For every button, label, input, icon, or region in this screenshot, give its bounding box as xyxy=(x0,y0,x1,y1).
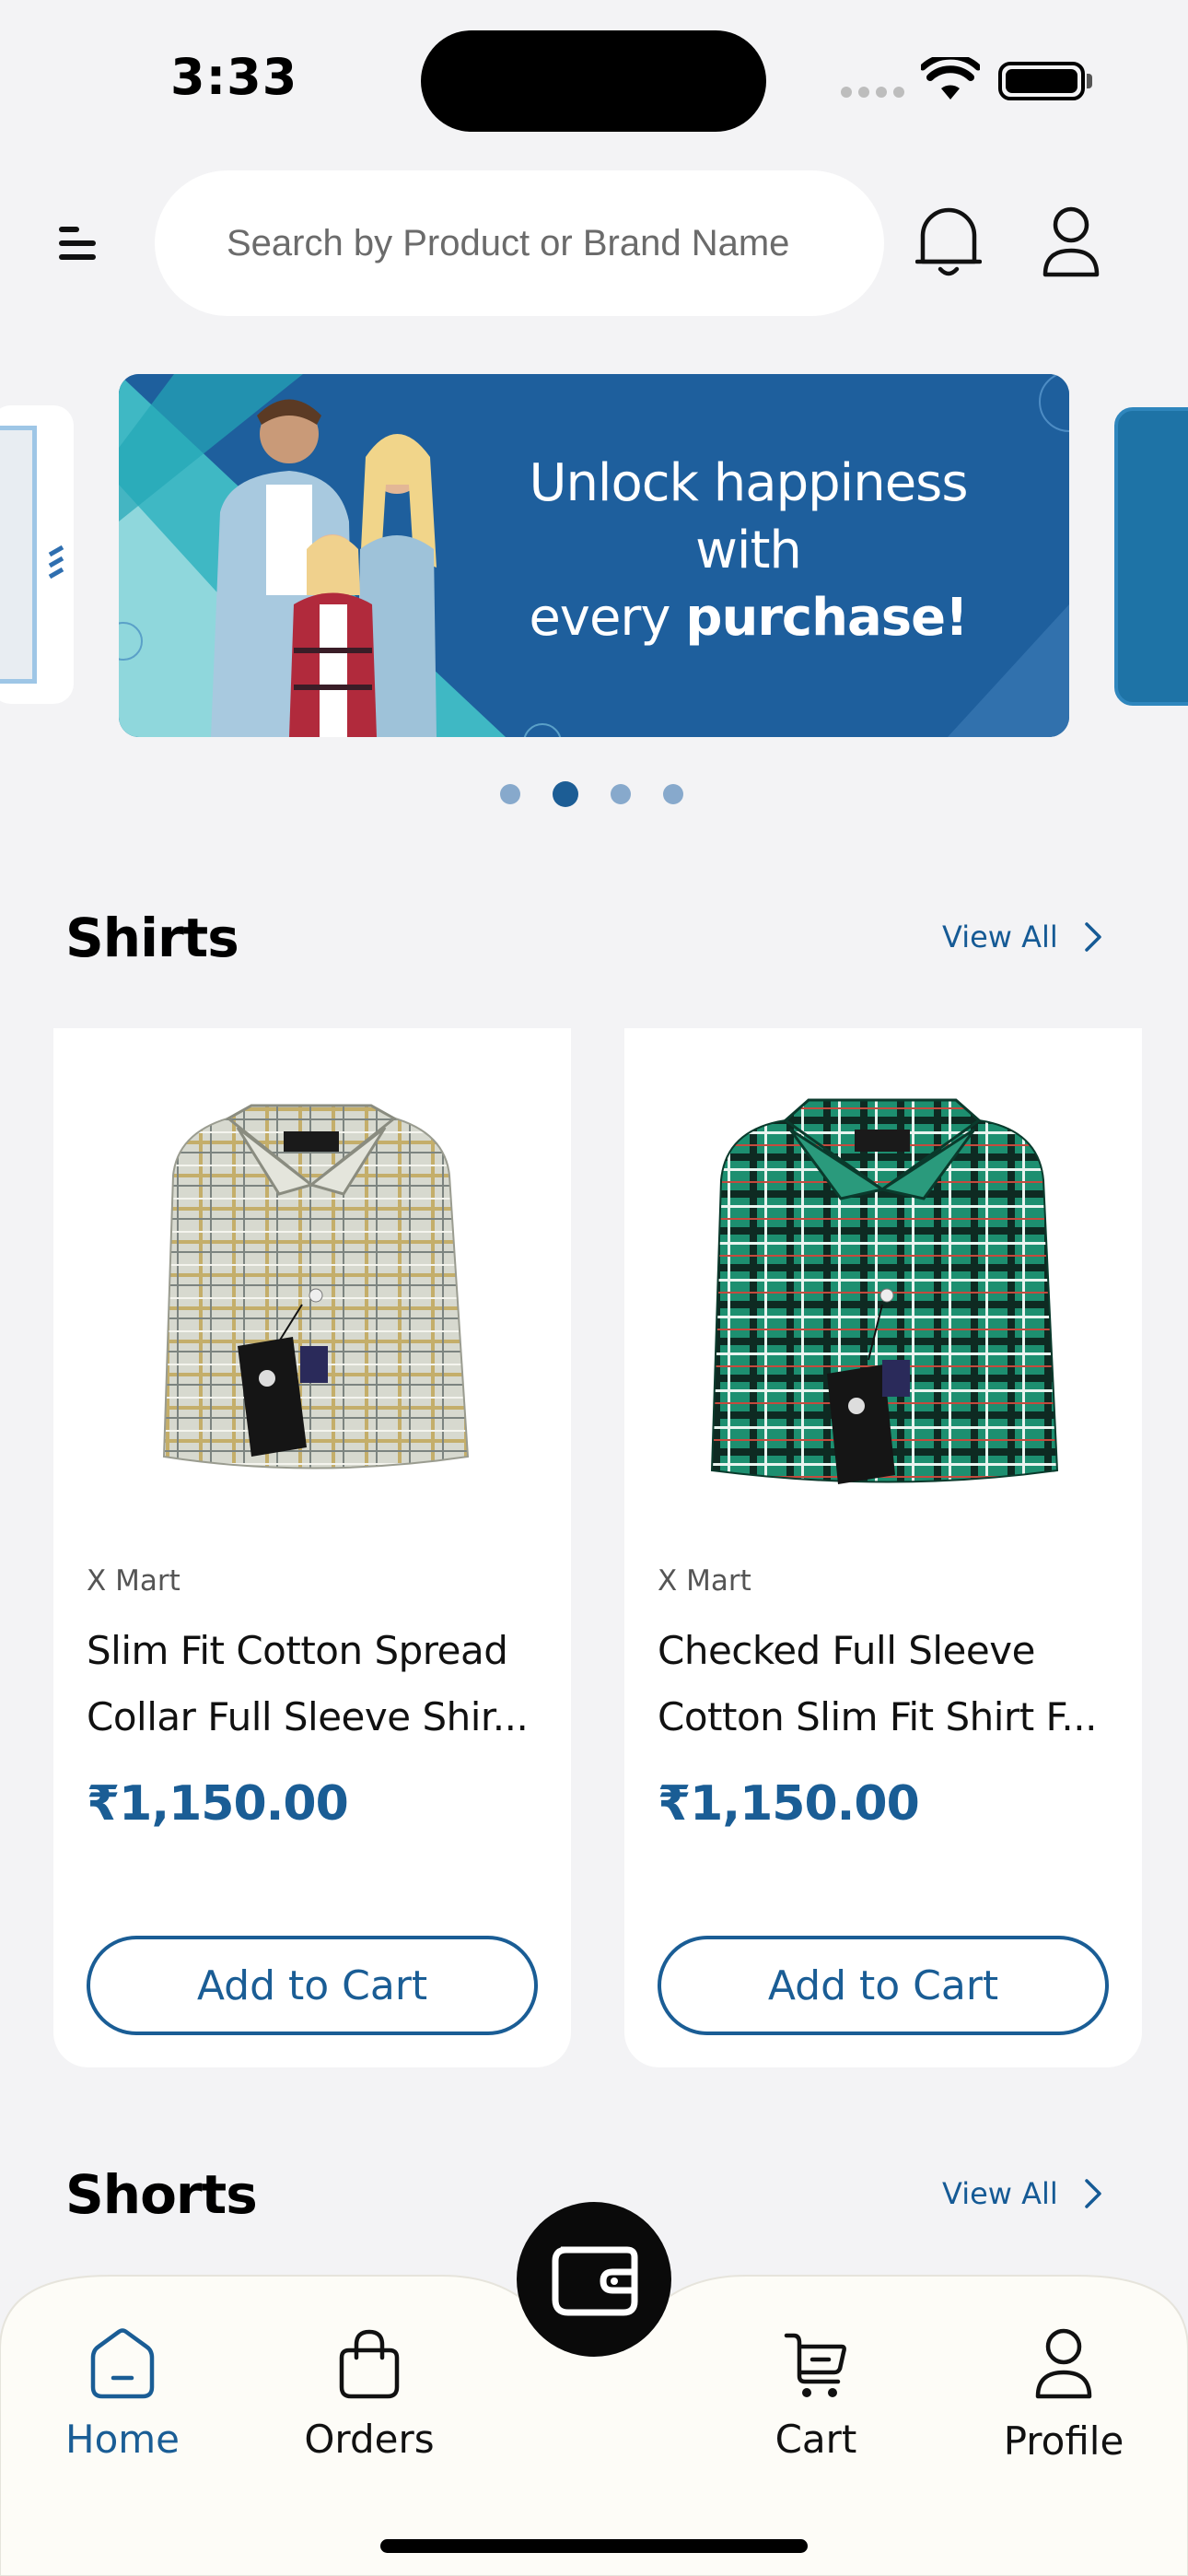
chevron-right-icon xyxy=(1085,922,1101,952)
view-all-shirts-link[interactable]: View All xyxy=(942,919,1102,954)
dynamic-island xyxy=(421,30,766,132)
bell-icon[interactable] xyxy=(915,201,982,280)
product-price: ₹1,150.00 xyxy=(87,1776,349,1832)
chevron-right-icon xyxy=(1085,2179,1101,2208)
section-title-shorts: Shorts xyxy=(65,2163,258,2226)
carousel-pagination[interactable] xyxy=(500,781,683,807)
home-icon xyxy=(90,2328,155,2399)
profile-icon xyxy=(1035,2328,1092,2399)
nav-cart-label: Cart xyxy=(775,2417,857,2462)
nav-home-label: Home xyxy=(64,2417,181,2462)
product-name[interactable]: Slim Fit Cotton Spread Collar Full Sleev… xyxy=(87,1618,538,1751)
carousel-dot-4[interactable] xyxy=(663,784,683,804)
section-title-shirts: Shirts xyxy=(65,907,239,969)
home-indicator[interactable] xyxy=(380,2539,808,2553)
nav-orders-label: Orders xyxy=(304,2417,435,2462)
cart-icon xyxy=(784,2333,846,2397)
nav-profile-label: Profile xyxy=(1003,2418,1124,2464)
product-card[interactable]: X Mart Checked Full Sleeve Cotton Slim F… xyxy=(624,1028,1142,2067)
product-brand: X Mart xyxy=(658,1564,751,1598)
cellular-signal-icon xyxy=(841,87,904,98)
banner-line-1: Unlock happiness xyxy=(529,453,968,513)
product-image xyxy=(624,1028,1142,1544)
view-all-label: View All xyxy=(942,2176,1058,2211)
wallet-button[interactable] xyxy=(517,2202,671,2357)
carousel-dot-2-active[interactable] xyxy=(553,781,578,807)
battery-icon xyxy=(998,62,1085,100)
banner-headline: Unlock happiness with every purchase! xyxy=(479,450,1018,651)
nav-cart[interactable]: Cart xyxy=(724,2326,908,2462)
view-all-label: View All xyxy=(942,919,1058,954)
product-image xyxy=(53,1028,571,1544)
product-name[interactable]: Checked Full Sleeve Cotton Slim Fit Shir… xyxy=(658,1618,1109,1751)
search-input[interactable]: Search by Product or Brand Name xyxy=(155,170,884,316)
search-placeholder: Search by Product or Brand Name xyxy=(227,222,790,263)
battery-tip xyxy=(1087,74,1092,88)
banner-line-3: every purchase! xyxy=(529,588,968,648)
wifi-icon xyxy=(921,57,980,100)
product-brand: X Mart xyxy=(87,1564,181,1598)
carousel-next-card[interactable] xyxy=(1114,407,1188,706)
carousel-prev-card[interactable] xyxy=(0,405,74,704)
product-price: ₹1,150.00 xyxy=(658,1776,920,1832)
add-to-cart-button[interactable]: Add to Cart xyxy=(87,1936,538,2035)
nav-home[interactable]: Home xyxy=(30,2326,215,2462)
banner-line-2: with xyxy=(695,521,802,580)
status-time: 3:33 xyxy=(170,48,298,106)
add-to-cart-button[interactable]: Add to Cart xyxy=(658,1936,1109,2035)
carousel-dot-1[interactable] xyxy=(500,784,520,804)
nav-profile[interactable]: Profile xyxy=(972,2326,1156,2464)
nav-orders[interactable]: Orders xyxy=(277,2326,461,2462)
menu-icon[interactable] xyxy=(55,221,101,267)
product-card[interactable]: X Mart Slim Fit Cotton Spread Collar Ful… xyxy=(53,1028,571,2067)
view-all-shorts-link[interactable]: View All xyxy=(942,2176,1102,2211)
bag-icon xyxy=(339,2329,400,2399)
wallet-icon xyxy=(552,2246,638,2316)
user-icon[interactable] xyxy=(1041,205,1101,280)
carousel-dot-3[interactable] xyxy=(611,784,631,804)
